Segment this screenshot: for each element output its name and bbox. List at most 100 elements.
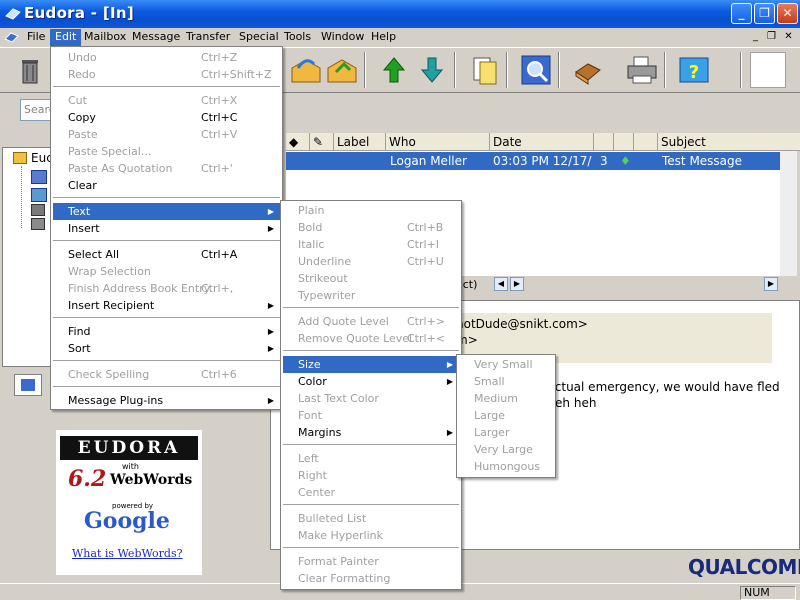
minimize-button[interactable]: _ [731,3,752,24]
edit-menu-item-undo[interactable]: Undo Ctrl+Z [53,49,280,66]
title-bar[interactable]: Eudora - [In] _ ❐ ✕ [0,0,800,28]
text-menu-item-clear-formatting[interactable]: Clear Formatting [283,570,459,587]
col-label[interactable]: Label [334,133,386,151]
list-scrollbar[interactable] [780,151,797,276]
edit-menu-item-cut[interactable]: Cut Ctrl+X [53,92,280,109]
menu-help[interactable]: Help [366,29,401,46]
size-menu-item-small[interactable]: Small [459,373,553,390]
edit-menu-item-select-all[interactable]: Select All Ctrl+A [53,246,280,263]
text-menu-item-color[interactable]: Color ▶ [283,373,459,390]
text-menu-item-make-hyperlink[interactable]: Make Hyperlink [283,527,459,544]
text-menu-item-last-text-color[interactable]: Last Text Color [283,390,459,407]
edit-menu-item-check-spelling[interactable]: Check Spelling Ctrl+6 [53,366,280,383]
menu-file[interactable]: File [22,29,50,46]
text-menu-item-bold[interactable]: Bold Ctrl+B [283,219,459,236]
edit-menu-item-clear[interactable]: Clear [53,177,280,194]
restore-button[interactable]: ❐ [754,3,775,24]
print-icon[interactable] [624,52,660,88]
text-menu-item-remove-quote-level[interactable]: Remove Quote Level Ctrl+< [283,330,459,347]
col-subject[interactable]: Subject [658,133,800,151]
scroll-left-button[interactable]: ◀ [494,277,508,291]
mdi-restore-button[interactable]: ❐ [764,30,779,44]
text-menu-item-right[interactable]: Right [283,467,459,484]
edit-menu-item-paste[interactable]: Paste Ctrl+V [53,126,280,143]
menu-special[interactable]: Special [234,29,284,46]
menu-transfer[interactable]: Transfer [181,29,235,46]
edit-menu-item-find[interactable]: Find ▶ [53,323,280,340]
scroll-far-right-button[interactable]: ▶ [764,277,778,291]
col-mood[interactable] [634,133,658,151]
menu-item-shortcut: Ctrl+A [201,248,238,261]
outbox-icon[interactable] [31,188,47,202]
eudora-app-icon[interactable] [5,6,21,22]
text-menu-item-font[interactable]: Font [283,407,459,424]
text-menu-item-size[interactable]: Size ▶ [283,356,459,373]
size-menu-item-medium[interactable]: Medium [459,390,553,407]
col-server[interactable] [614,133,634,151]
reply-icon[interactable] [288,52,324,88]
edit-menu-item-sort[interactable]: Sort ▶ [53,340,280,357]
text-menu-item-center[interactable]: Center [283,484,459,501]
col-size[interactable] [594,133,614,151]
edit-menu-item-text[interactable]: Text ▶ [53,203,280,220]
attach-icon[interactable] [466,52,502,88]
reply-all-icon[interactable] [324,52,360,88]
table-row[interactable]: Logan Meller 03:03 PM 12/17/ 3 ♦ Test Me… [286,152,780,170]
text-menu-item-bulleted-list[interactable]: Bulleted List [283,510,459,527]
edit-menu-item-message-plug-ins[interactable]: Message Plug-ins ▶ [53,392,280,409]
text-menu-item-plain[interactable]: Plain [283,202,459,219]
mailboxes-tab[interactable] [14,374,42,396]
toolbar-blank-slot[interactable] [750,52,786,88]
menu-item-label: Paste Special... [68,145,152,158]
text-menu-item-strikeout[interactable]: Strikeout [283,270,459,287]
col-priority[interactable]: ✎ [310,133,334,151]
col-status[interactable]: ◆ [286,133,310,151]
size-menu-item-very-large[interactable]: Very Large [459,441,553,458]
edit-menu-item-insert-recipient[interactable]: Insert Recipient ▶ [53,297,280,314]
text-menu-item-left[interactable]: Left [283,450,459,467]
close-button[interactable]: ✕ [777,3,798,24]
text-menu-item-italic[interactable]: Italic Ctrl+I [283,236,459,253]
text-menu-item-typewriter[interactable]: Typewriter [283,287,459,304]
mdi-doc-icon[interactable] [4,30,20,45]
junk-icon[interactable] [31,204,45,216]
col-who[interactable]: Who [386,133,490,151]
edit-menu-item-wrap-selection[interactable]: Wrap Selection [53,263,280,280]
webwords-ad[interactable]: EUDORA with 6.2 WebWords powered by Goog… [56,430,202,575]
size-menu-item-very-small[interactable]: Very Small [459,356,553,373]
col-date[interactable]: Date [490,133,594,151]
mdi-minimize-button[interactable]: _ [748,30,763,44]
edit-menu-item-redo[interactable]: Redo Ctrl+Shift+Z [53,66,280,83]
text-menu-item-underline[interactable]: Underline Ctrl+U [283,253,459,270]
menu-edit[interactable]: Edit [50,29,82,46]
edit-menu-item-insert[interactable]: Insert ▶ [53,220,280,237]
edit-menu-item-finish-address-book-entry[interactable]: Finish Address Book Entry Ctrl+, [53,280,280,297]
size-menu-item-larger[interactable]: Larger [459,424,553,441]
inbox-icon[interactable] [31,170,47,184]
menu-item-shortcut: Ctrl+V [201,128,238,141]
arrow-up-icon[interactable] [376,52,412,88]
scroll-right-button[interactable]: ▶ [510,277,524,291]
menu-item-shortcut: Ctrl+U [407,255,444,268]
menu-message[interactable]: Message [127,29,185,46]
menu-tools[interactable]: Tools [279,29,316,46]
address-book-icon[interactable] [570,52,606,88]
text-menu-item-margins[interactable]: Margins ▶ [283,424,459,441]
menu-window[interactable]: Window [316,29,369,46]
size-menu-item-large[interactable]: Large [459,407,553,424]
help-icon[interactable]: ? [676,52,712,88]
edit-menu-item-paste-special[interactable]: Paste Special... [53,143,280,160]
what-is-webwords-link[interactable]: What is WebWords? [72,547,183,560]
text-menu-item-add-quote-level[interactable]: Add Quote Level Ctrl+> [283,313,459,330]
menu-mailbox[interactable]: Mailbox [79,29,131,46]
menu-item-label: Medium [474,392,518,405]
mdi-close-button[interactable]: ✕ [781,30,796,44]
text-menu-item-format-painter[interactable]: Format Painter [283,553,459,570]
trash-mailbox-icon[interactable] [31,218,45,230]
size-menu-item-humongous[interactable]: Humongous [459,458,553,475]
edit-menu-item-paste-as-quotation[interactable]: Paste As Quotation Ctrl+' [53,160,280,177]
edit-menu-item-copy[interactable]: Copy Ctrl+C [53,109,280,126]
trash-icon[interactable] [12,52,48,88]
arrow-down-icon[interactable] [414,52,450,88]
find-icon[interactable] [518,52,554,88]
